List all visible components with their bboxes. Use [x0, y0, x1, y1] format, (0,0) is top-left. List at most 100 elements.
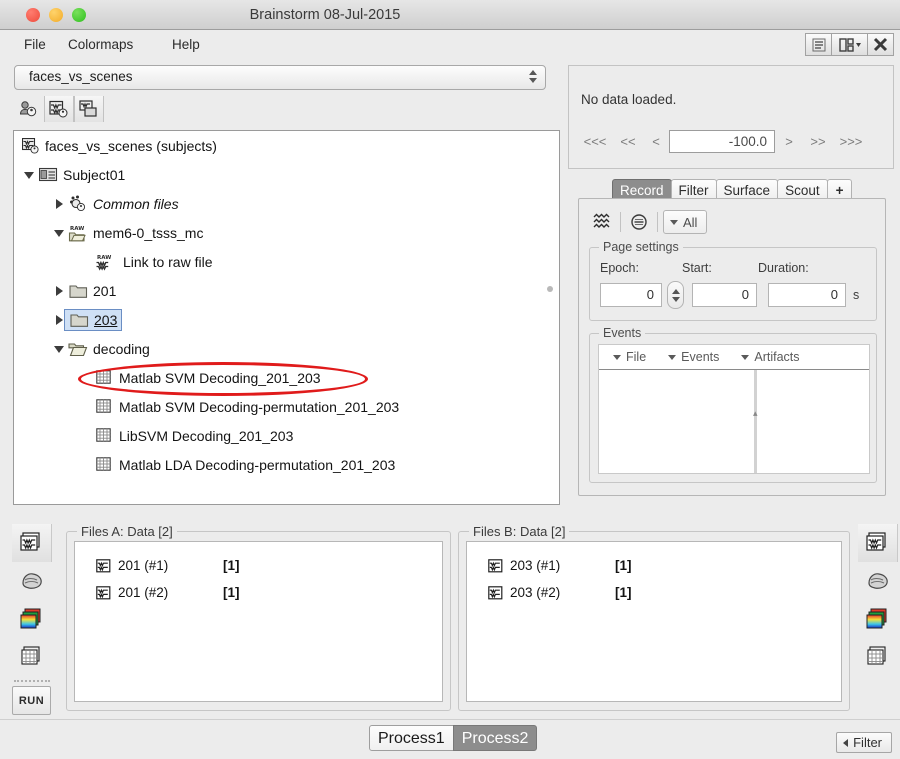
list-item-count: [1] [223, 558, 240, 573]
chevron-down-icon [741, 354, 750, 360]
raw-link-icon: RAW [94, 253, 118, 271]
timefreq-icon [866, 608, 886, 628]
tree-node-label: LibSVM Decoding_201_203 [119, 427, 294, 444]
twisty-open-icon[interactable] [52, 225, 68, 241]
record-panel: All Page settings Epoch: Start: Duration… [578, 198, 886, 496]
process-data-button[interactable] [12, 524, 52, 562]
list-item[interactable]: 203 (#2) [1] [467, 579, 841, 606]
start-input[interactable]: 0 [692, 283, 757, 307]
menu-colormaps[interactable]: Colormaps [62, 35, 139, 54]
viewer-status-panel: No data loaded. <<< << < -100.0 > >> >>> [568, 65, 894, 169]
processb-sources-button[interactable] [858, 562, 898, 600]
tree-selection-highlight[interactable]: 203 [64, 308, 123, 331]
tab-scout[interactable]: Scout [777, 179, 828, 200]
time-input[interactable]: -100.0 [669, 129, 775, 153]
tab-filter[interactable]: Filter [670, 179, 717, 200]
sources-icon [867, 573, 888, 589]
events-col-artifacts[interactable]: Artifacts [741, 350, 800, 364]
events-splitter[interactable] [754, 370, 757, 473]
epoch-stepper[interactable] [667, 281, 684, 309]
processb-matrix-button[interactable] [858, 638, 898, 676]
protocol-functional-button[interactable] [74, 96, 104, 122]
twisty-open-icon[interactable] [52, 341, 68, 357]
protocol-selector[interactable]: faces_vs_scenes [14, 65, 546, 90]
list-item-name: 203 (#1) [510, 558, 561, 573]
list-item[interactable]: 201 (#2) [1] [75, 579, 442, 606]
twisty-closed-icon[interactable] [52, 283, 68, 299]
tree-node-link-to-raw-file[interactable]: RAW Link to raw file [14, 247, 559, 276]
nav-prev-button[interactable]: < [643, 134, 669, 149]
epoch-label: Epoch: [600, 261, 639, 275]
events-table[interactable]: File Events Artifacts ▴ [598, 344, 870, 474]
nav-next-page-button[interactable]: >> [803, 134, 833, 149]
twisty-closed-icon[interactable] [52, 312, 68, 328]
matrix-icon [94, 369, 114, 387]
tree-node-matlab-lda-decoding-permutation[interactable]: Matlab LDA Decoding-permutation_201_203 [14, 450, 559, 479]
process-matrix-button[interactable] [12, 638, 52, 676]
display-mode-button[interactable] [589, 210, 615, 234]
menu-help[interactable]: Help [166, 35, 206, 54]
filter-button-label: Filter [853, 735, 882, 750]
tab-add[interactable]: + [826, 179, 853, 200]
recordings-stack-icon [20, 531, 40, 551]
files-a-list[interactable]: 201 (#1) [1] 201 (#2) [1] [74, 541, 443, 702]
tree-node-mem6-0-tsss-mc[interactable]: RAW mem6-0_tsss_mc [14, 218, 559, 247]
protocol-tree[interactable]: faces_vs_scenes (subjects) Subject01 Com… [13, 130, 560, 505]
close-button[interactable] [867, 33, 894, 56]
nav-prev-page-button[interactable]: << [613, 134, 643, 149]
tree-node-common-files[interactable]: Common files [14, 189, 559, 218]
filter-button[interactable]: Filter [836, 732, 892, 753]
process-a-toolbar: RUN [12, 524, 55, 718]
tree-node-protocol[interactable]: faces_vs_scenes (subjects) [14, 131, 559, 160]
duration-input[interactable]: 0 [768, 283, 846, 307]
tree-scroll-indicator[interactable] [547, 286, 553, 292]
chevron-down-icon [613, 354, 621, 360]
tree-node-203[interactable]: 203 [14, 305, 559, 334]
files-b-list[interactable]: 203 (#1) [1] 203 (#2) [1] [466, 541, 842, 702]
layout-select-button[interactable] [831, 33, 868, 56]
tree-node-decoding[interactable]: decoding [14, 334, 559, 363]
processb-timefreq-button[interactable] [858, 600, 898, 638]
timefreq-icon [20, 608, 40, 628]
process-sources-button[interactable] [12, 562, 52, 600]
recordings-icon [93, 584, 113, 602]
nav-next-button[interactable]: > [775, 134, 803, 149]
nav-last-button[interactable]: >>> [833, 134, 869, 149]
list-item-name: 201 (#2) [118, 585, 169, 600]
tab-process1[interactable]: Process1 [369, 725, 454, 751]
protocol-studies-button[interactable] [44, 96, 74, 122]
sources-icon [21, 573, 42, 589]
protocol-subjects-button[interactable] [14, 96, 44, 122]
list-item[interactable]: 201 (#1) [1] [75, 552, 442, 579]
menu-file[interactable]: File [18, 35, 52, 54]
nav-first-button[interactable]: <<< [577, 134, 613, 149]
montage-button[interactable] [626, 210, 652, 234]
tree-node-label: 203 [94, 311, 118, 328]
tree-node-matlab-svm-decoding-permutation[interactable]: Matlab SVM Decoding-permutation_201_203 [14, 392, 559, 421]
twisty-open-icon[interactable] [22, 167, 38, 183]
tab-process2[interactable]: Process2 [452, 725, 538, 751]
montage-select-button[interactable]: All [663, 210, 708, 234]
tree-node-matlab-svm-decoding[interactable]: Matlab SVM Decoding_201_203 [14, 363, 559, 392]
epoch-input[interactable]: 0 [600, 283, 662, 307]
processb-data-button[interactable] [858, 524, 898, 562]
tree-node-201[interactable]: 201 [14, 276, 559, 305]
twisty-closed-icon[interactable] [52, 196, 68, 212]
folder-icon [69, 311, 89, 329]
brainstorm-window: Brainstorm 08-Jul-2015 File Colormaps He… [0, 0, 900, 759]
tree-node-subject01[interactable]: Subject01 [14, 160, 559, 189]
run-button[interactable]: RUN [12, 686, 51, 715]
tab-surface[interactable]: Surface [715, 179, 779, 200]
events-col-events[interactable]: Events [668, 350, 719, 364]
tab-record[interactable]: Record [612, 179, 672, 200]
tree-node-libsvm-decoding[interactable]: LibSVM Decoding_201_203 [14, 421, 559, 450]
events-header-row: File Events Artifacts [599, 345, 869, 370]
layout-list-button[interactable] [805, 33, 832, 56]
menu-bar: File Colormaps Help [0, 30, 900, 58]
files-b-group: Files B: Data [2] 203 (#1) [1] 203 (#2) … [458, 524, 850, 711]
list-item[interactable]: 203 (#1) [1] [467, 552, 841, 579]
events-splitter-handle[interactable]: ▴ [753, 408, 758, 418]
events-col-file[interactable]: File [613, 350, 646, 364]
svg-text:RAW: RAW [97, 255, 111, 261]
process-timefreq-button[interactable] [12, 600, 52, 638]
